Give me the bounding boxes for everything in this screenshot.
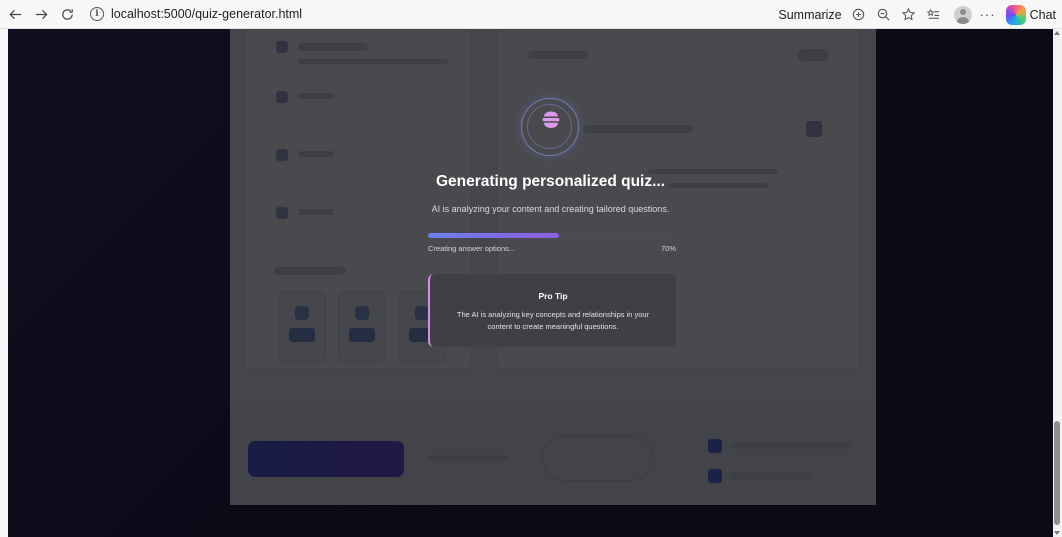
page-viewport: Generating personalized quiz... AI is an… — [8, 29, 1053, 537]
scrollbar-thumb[interactable] — [1054, 421, 1060, 525]
browser-toolbar: i localhost:5000/quiz-generator.html Sum… — [0, 0, 1062, 29]
pro-tip-title: Pro Tip — [538, 291, 568, 301]
scroll-up-arrow-icon[interactable] — [1054, 31, 1060, 35]
pro-tip-body: The AI is analyzing key concepts and rel… — [456, 310, 650, 331]
summarize-icon[interactable] — [848, 4, 870, 26]
favorites-list-icon[interactable] — [923, 4, 945, 26]
refresh-icon[interactable] — [56, 3, 78, 25]
toolbar-right: Summarize ··· Chat — [778, 0, 1062, 29]
loading-title: Generating personalized quiz... — [435, 173, 666, 190]
profile-avatar[interactable] — [953, 5, 972, 24]
page-scrollbar[interactable] — [1053, 29, 1062, 537]
loading-subtitle: AI is analyzing your content and creatin… — [431, 204, 670, 214]
address-bar[interactable]: i localhost:5000/quiz-generator.html — [84, 3, 604, 25]
forward-arrow-icon[interactable] — [30, 3, 52, 25]
progress-bar — [428, 233, 676, 238]
favorite-star-icon[interactable] — [898, 4, 920, 26]
more-dots-icon[interactable]: ··· — [980, 7, 996, 22]
url-text: localhost:5000/quiz-generator.html — [111, 7, 303, 21]
copilot-icon[interactable] — [1005, 4, 1026, 25]
summarize-button[interactable]: Summarize — [778, 8, 841, 22]
loading-modal: Generating personalized quiz... AI is an… — [8, 29, 1053, 537]
brain-icon — [542, 111, 560, 128]
progress-percent: 70% — [660, 244, 676, 253]
zoom-icon[interactable] — [873, 4, 895, 26]
pro-tip-card: Pro Tip The AI is analyzing key concepts… — [428, 274, 676, 347]
progress-bar-fill — [428, 233, 560, 238]
site-info-icon[interactable]: i — [90, 7, 104, 21]
scroll-down-arrow-icon[interactable] — [1054, 531, 1060, 535]
chat-button[interactable]: Chat — [1030, 8, 1056, 22]
back-arrow-icon[interactable] — [4, 3, 26, 25]
progress-status-text: Creating answer options... — [428, 244, 516, 253]
